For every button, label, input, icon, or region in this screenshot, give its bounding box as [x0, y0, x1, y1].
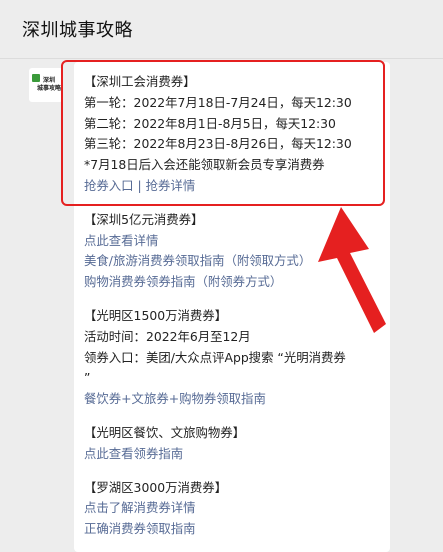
red-arrow-icon	[318, 207, 386, 333]
